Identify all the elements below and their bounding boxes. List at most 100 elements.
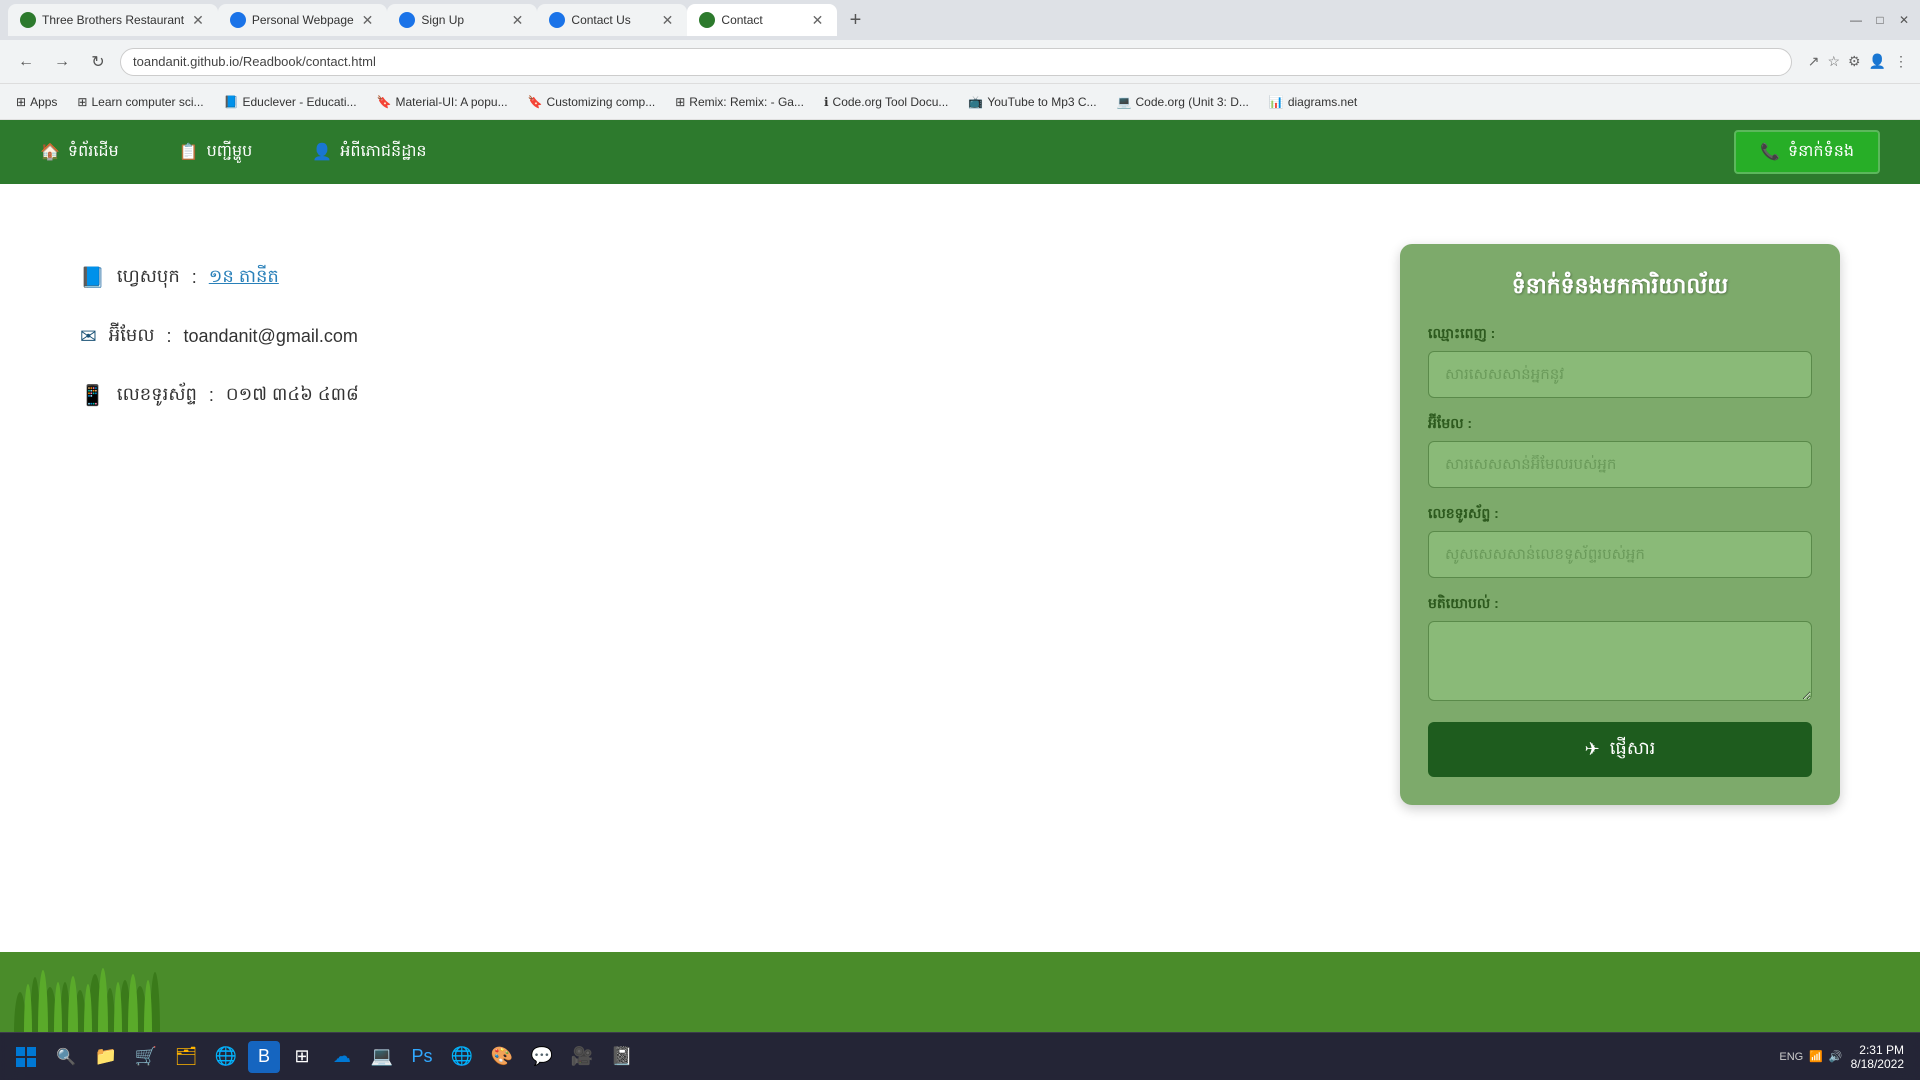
bookmark-1[interactable]: ⊞ Learn computer sci... [69,91,211,113]
back-button[interactable]: ← [12,48,40,76]
url-text: toandanit.github.io/Readbook/contact.htm… [133,54,376,69]
window-controls: — □ ✕ [1848,12,1912,28]
volume-icon: 🔊 [1829,1050,1843,1063]
name-label: ឈ្មោះពេញ : [1428,324,1812,345]
taskbar-grid[interactable]: ⊞ [284,1039,320,1075]
taskbar-figma[interactable]: 🎨 [484,1039,520,1075]
url-bar-icons: ↗ ☆ ⚙ 👤 ⋮ [1808,53,1908,70]
submit-button[interactable]: ✈ ផ្ញើសារ [1428,722,1812,777]
maximize-button[interactable]: □ [1872,12,1888,28]
apps-icon: ⊞ [16,95,26,109]
taskbar-edge[interactable]: 🌐 [208,1039,244,1075]
nav-home-label: ទំព័រដើម [68,140,119,164]
nav-menu[interactable]: 📋 បញ្ជីម្ហូប [179,140,253,164]
tab-label-5: Contact [721,13,803,27]
bookmark-4[interactable]: 🔖 Customizing comp... [520,91,664,113]
tab-close-3[interactable]: ✕ [510,10,526,31]
taskbar-ps[interactable]: Ps [404,1039,440,1075]
message-label: មតិយោបល់ : [1428,594,1812,615]
tab-signup[interactable]: Sign Up ✕ [387,4,537,36]
start-button[interactable] [8,1039,44,1075]
nav-about[interactable]: 👤 អំពីភោជនីដ្ឋាន [312,140,426,164]
email-field: អ៊ីមែល : [1428,414,1812,488]
bookmark-6[interactable]: ℹ Code.org Tool Docu... [816,91,956,113]
taskbar-folder[interactable]: 🗂 [168,1039,204,1075]
taskbar-teams[interactable]: 💬 [524,1039,560,1075]
bookmark-label-5: Remix: Remix: - Ga... [689,95,804,109]
colon-2: : [166,326,171,347]
tab-personal[interactable]: Personal Webpage ✕ [218,4,388,36]
bookmark-label-8: Code.org (Unit 3: D... [1136,95,1249,109]
nav-contact-label: ទំនាក់ទំនង [1788,140,1854,164]
tab-close-4[interactable]: ✕ [660,10,676,31]
bookmark-5[interactable]: ⊞ Remix: Remix: - Ga... [667,91,812,113]
bookmark-apps[interactable]: ⊞ Apps [8,91,65,113]
tab-contact-active[interactable]: Contact ✕ [687,4,837,36]
tab-label-1: Three Brothers Restaurant [42,13,184,27]
message-textarea[interactable] [1428,621,1812,701]
bookmark-9[interactable]: 📊 diagrams.net [1261,91,1365,113]
nav-about-label: អំពីភោជនីដ្ឋាន [340,140,426,164]
phone-value: ០១៧ ៣៤៦ ៤៣៨ [226,382,359,409]
nav-contact-cta[interactable]: 📞 ទំនាក់ទំនង [1734,130,1880,174]
page-content: 📘 ហ្វេសបុក : ១ន តានីត ✉ អ៊ីមែល : toandan… [0,184,1920,1032]
tab-label-3: Sign Up [421,13,503,27]
email-icon: ✉ [80,324,97,349]
phone-field: លេខទូរស័ព្ទ : [1428,504,1812,578]
taskbar-cloud[interactable]: ☁ [324,1039,360,1075]
taskbar-zoom[interactable]: 🎥 [564,1039,600,1075]
taskbar-search[interactable]: 🔍 [48,1039,84,1075]
taskbar-vs[interactable]: 💻 [364,1039,400,1075]
bookmark-7[interactable]: 📺 YouTube to Mp3 C... [960,91,1104,113]
taskbar: 🔍 📁 🛒 🗂 🌐 B ⊞ ☁ 💻 Ps 🌐 🎨 💬 🎥 📓 ENG 📶 🔊 2… [0,1032,1920,1080]
url-input[interactable]: toandanit.github.io/Readbook/contact.htm… [120,48,1792,76]
bookmarks-bar: ⊞ Apps ⊞ Learn computer sci... 📘 Educlev… [0,84,1920,120]
nav-menu-label: បញ្ជីម្ហូប [207,140,253,164]
email-input[interactable] [1428,441,1812,488]
tab-close-5[interactable]: ✕ [810,10,826,31]
new-tab-button[interactable]: + [841,6,869,34]
more-icon[interactable]: ⋮ [1894,53,1908,70]
nav-home[interactable]: 🏠 ទំព័រដើម [40,140,119,164]
bookmark-label-2: Educlever - Educati... [243,95,357,109]
extensions-icon[interactable]: ⚙ [1848,53,1861,70]
name-input[interactable] [1428,351,1812,398]
taskbar-amazon[interactable]: 🛒 [128,1039,164,1075]
share-icon[interactable]: ↗ [1808,53,1820,70]
bookmark-8[interactable]: 💻 Code.org (Unit 3: D... [1109,91,1257,113]
bookmark-star-icon[interactable]: ☆ [1827,53,1840,70]
lang-indicator: ENG [1779,1051,1803,1063]
tab-favicon-5 [699,12,715,28]
minimize-button[interactable]: — [1848,12,1864,28]
tab-three-brothers[interactable]: Three Brothers Restaurant ✕ [8,4,218,36]
tab-close-2[interactable]: ✕ [360,10,376,31]
bookmark-label-3: Material-UI: A popu... [396,95,508,109]
taskbar-file-explorer[interactable]: 📁 [88,1039,124,1075]
title-bar: Three Brothers Restaurant ✕ Personal Web… [0,0,1920,40]
bookmark-3[interactable]: 🔖 Material-UI: A popu... [369,91,516,113]
email-label: អ៊ីមែល [109,323,155,350]
form-title: ទំនាក់ទំនងមកការិយាល័យ [1428,272,1812,304]
taskbar-b-icon[interactable]: B [248,1041,280,1073]
refresh-button[interactable]: ↻ [84,48,112,76]
grass-decoration [0,952,1920,1032]
message-field: មតិយោបល់ : [1428,594,1812,706]
taskbar-notes[interactable]: 📓 [604,1039,640,1075]
wifi-icon: 📶 [1809,1050,1823,1063]
tab-favicon-1 [20,12,36,28]
system-icons: ENG 📶 🔊 [1779,1050,1842,1063]
tab-close-1[interactable]: ✕ [190,10,206,31]
profile-icon[interactable]: 👤 [1869,53,1886,70]
forward-button[interactable]: → [48,48,76,76]
phone-input[interactable] [1428,531,1812,578]
taskbar-chrome[interactable]: 🌐 [444,1039,480,1075]
close-window-button[interactable]: ✕ [1896,12,1912,28]
tab-favicon-2 [230,12,246,28]
contact-phone-icon: 📞 [1760,142,1780,162]
colon-1: : [192,267,197,288]
facebook-link[interactable]: ១ន តានីត [209,264,279,291]
email-row: ✉ អ៊ីមែល : toandanit@gmail.com [80,323,1400,350]
tab-contact-us[interactable]: Contact Us ✕ [537,4,687,36]
bookmark-2[interactable]: 📘 Educlever - Educati... [216,91,365,113]
bookmark-label-9: diagrams.net [1288,95,1357,109]
